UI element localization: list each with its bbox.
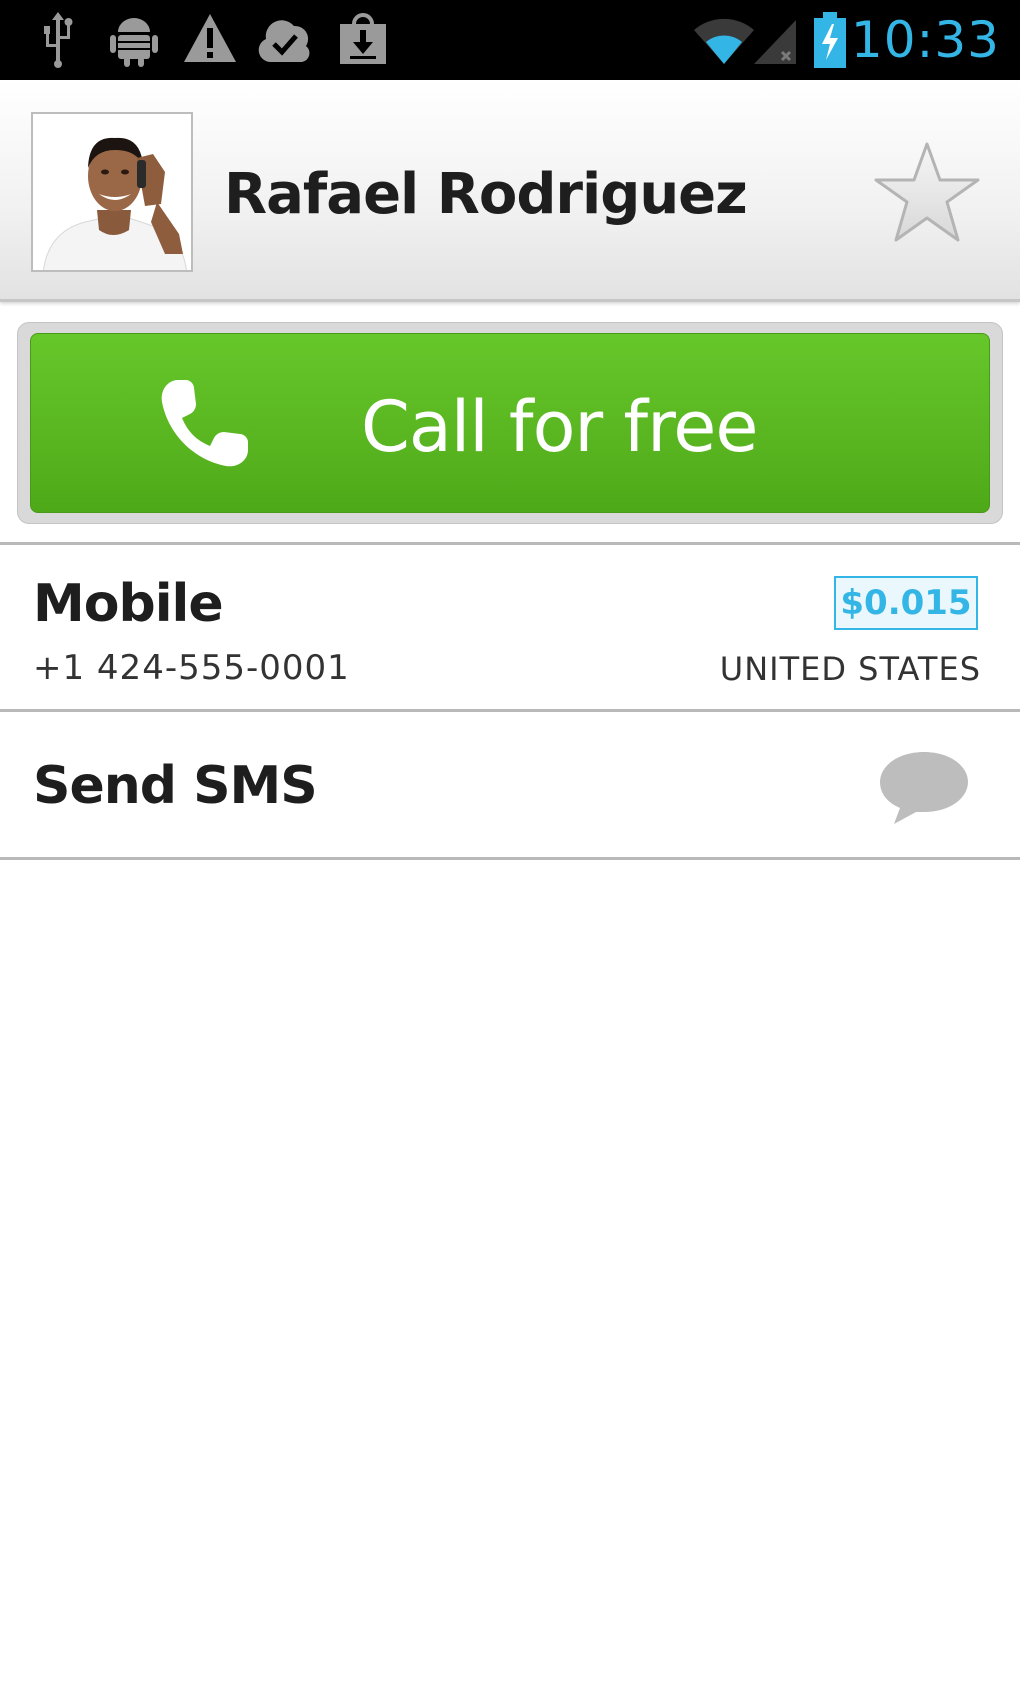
battery-charging-icon <box>814 12 846 68</box>
signal-icon <box>754 20 796 64</box>
download-bag-icon <box>340 13 386 64</box>
call-for-free-button[interactable]: Call for free <box>30 333 990 513</box>
call-button-frame: Call for free <box>17 322 1003 524</box>
favorite-star-icon[interactable] <box>872 138 982 248</box>
warning-icon <box>184 14 236 62</box>
contact-photo <box>33 114 191 270</box>
cloud-check-icon <box>258 20 310 62</box>
status-bar: 10:33 <box>0 0 1020 80</box>
contact-detail-screen: 10:33 Rafael Rodriguez Call for free Mob… <box>0 0 1020 1701</box>
avatar[interactable] <box>31 112 193 272</box>
contact-name: Rafael Rodriguez <box>224 162 748 227</box>
phone-icon <box>161 380 248 467</box>
phone-number: +1 424-555-0001 <box>33 648 350 688</box>
status-time: 10:33 <box>850 11 1000 69</box>
wifi-icon <box>694 18 754 64</box>
send-sms-label: Send SMS <box>33 756 318 816</box>
call-rate-badge: $0.015 <box>834 576 978 630</box>
contact-header: Rafael Rodriguez <box>0 80 1020 302</box>
divider <box>0 542 1020 545</box>
phone-type-label: Mobile <box>33 574 224 634</box>
send-sms-row[interactable]: Send SMS <box>0 712 1020 857</box>
call-button-label: Call for free <box>361 386 758 468</box>
divider <box>0 857 1020 860</box>
usb-icon <box>44 12 73 68</box>
android-debug-icon <box>110 18 158 67</box>
chat-bubble-icon <box>880 752 968 824</box>
country-label: UNITED STATES <box>719 650 981 688</box>
phone-entry-mobile[interactable]: Mobile +1 424-555-0001 $0.015 UNITED STA… <box>0 546 1020 709</box>
